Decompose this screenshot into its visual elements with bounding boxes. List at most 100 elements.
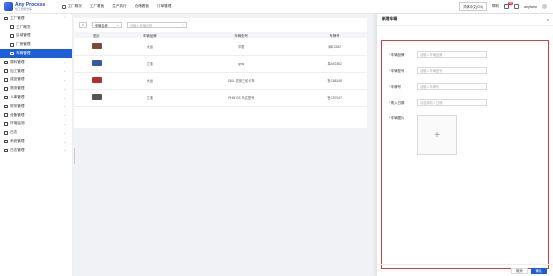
vehicle-table: 图片 车辆品牌 车辆型号 车牌号 大运 华菱 闽E2382 江淮 gms 粤A9…	[74, 32, 367, 107]
language-select[interactable]: 简体中文(CN)	[459, 2, 487, 11]
avatar[interactable]	[542, 4, 547, 9]
form-row-brand: *车辆品牌 请输入车辆品牌	[389, 51, 487, 58]
purchase-date-picker[interactable]: 请选择购入日期	[417, 99, 487, 106]
cell-brand: 大运	[119, 38, 181, 56]
equipment-icon	[4, 113, 8, 117]
label-image: 车辆图片	[390, 116, 405, 120]
cell-model: 华菱	[180, 38, 303, 56]
cell-brand: 大运	[119, 72, 181, 90]
filter-toggle-button[interactable]: ≡	[79, 22, 87, 28]
search-field-select[interactable]: 车辆名称 ⌄	[92, 22, 122, 28]
sidebar-item-equipment[interactable]: 设备管理 ⌄	[0, 111, 72, 120]
sidebar-item-log-management[interactable]: 日志管理 ⌄	[0, 146, 72, 155]
drawer-header: 新增车辆 ×	[377, 14, 553, 26]
vehicle-list-panel: ≡ 车辆名称 ⌄ 请输入车辆名称 ⌕ 图片 车辆品牌 车辆型号 车牌号 大运 华菱 …	[74, 18, 367, 128]
fullscreen-icon[interactable]	[514, 4, 520, 9]
system-icon	[4, 139, 8, 144]
cancel-button[interactable]: 取消	[511, 267, 528, 274]
sidebar-item-area[interactable]: 区域管理	[0, 32, 72, 41]
cell-model: gms	[180, 55, 303, 73]
model-input[interactable]: 请输入车辆型号	[417, 67, 487, 74]
topnav-warehouse[interactable]: 仓储看板	[131, 4, 153, 9]
logo[interactable]: Any Process 化工智能仓库	[0, 2, 58, 11]
confirm-button[interactable]: 确认	[530, 267, 547, 274]
close-icon[interactable]: ×	[547, 17, 549, 22]
sidebar-item-processing[interactable]: 加工管理 ⌄	[0, 67, 72, 76]
drawer-footer: 取消 确认	[377, 264, 553, 276]
chevron-down-icon: ⌄	[63, 148, 66, 153]
table-row[interactable]: 大运 华菱 闽E2382	[74, 38, 367, 56]
overview-icon	[10, 25, 14, 29]
sidebar-item-materials[interactable]: 原料管理 ⌄	[0, 58, 72, 67]
chevron-up-icon: ⌃	[63, 16, 66, 21]
top-bar: Any Process 化工智能仓库 工厂概况 工厂看板 生产执行 仓储看板 订…	[0, 0, 553, 14]
username[interactable]: anyfarm	[524, 5, 537, 9]
topnav-production[interactable]: 生产执行	[108, 4, 130, 9]
sidebar: 工厂管理 ⌃ 工厂概况 区域管理 厂房管理 车辆管理 原料管理 ⌄ 加工管理 ⌄ 成品…	[0, 14, 73, 276]
search-icon: ⌕	[182, 23, 184, 27]
sidebar-item-products[interactable]: 成品管理 ⌄	[0, 76, 72, 85]
sidebar-item-plant[interactable]: 厂房管理	[0, 40, 72, 49]
cell-plate: 粤A92382	[302, 55, 367, 73]
vehicle-thumbnail	[91, 77, 102, 83]
factory-icon	[4, 16, 8, 21]
hr-icon	[4, 95, 8, 100]
plus-icon: +	[434, 129, 440, 141]
home-icon	[62, 4, 66, 9]
form-row-plate: *车牌号 请输入车牌号	[389, 83, 487, 90]
cell-plate: 鲁C68348	[302, 72, 367, 90]
plate-input[interactable]: 请输入车牌号	[417, 83, 487, 90]
chevron-down-icon: ⌄	[63, 77, 66, 82]
cell-plate: 鲁C97047	[302, 89, 367, 107]
vehicle-thumbnail	[91, 60, 102, 66]
table-row[interactable]: 江淮 gms 粤A92382	[74, 55, 367, 73]
topnav-factory-board[interactable]: 工厂看板	[86, 4, 108, 9]
topnav-factory-overview[interactable]: 工厂概况	[58, 4, 86, 9]
cell-brand: 江淮	[119, 89, 181, 107]
add-vehicle-drawer: 新增车辆 × *车辆品牌 请输入车辆品牌 *车辆型号 请输入车辆型号 *车牌号 …	[377, 14, 553, 276]
chevron-down-icon: ⌄	[63, 86, 66, 91]
sidebar-item-vehicles[interactable]: 车辆管理	[0, 49, 72, 58]
form-highlight-frame: *车辆品牌 请输入车辆品牌 *车辆型号 请输入车辆型号 *车牌号 请输入车牌号 …	[381, 40, 549, 269]
cell-model: PHM DS 马达型号	[180, 89, 303, 107]
sidebar-item-factory[interactable]: 工厂管理 ⌃	[0, 14, 72, 23]
logo-subtitle: 化工智能仓库	[15, 6, 32, 11]
image-upload[interactable]: +	[417, 115, 457, 155]
sidebar-item-logs[interactable]: 日志 ⌄	[0, 128, 72, 137]
brand-input[interactable]: 请输入车辆品牌	[417, 51, 487, 58]
logistics-icon	[4, 86, 8, 91]
sidebar-item-environment[interactable]: 环境监测 ⌄	[0, 120, 72, 129]
notification-badge: 99	[508, 2, 514, 6]
processing-icon	[4, 69, 8, 73]
environment-icon	[4, 122, 8, 126]
products-icon	[4, 78, 8, 82]
label-purchase-date: 购入日期	[390, 101, 405, 105]
form-row-model: *车辆型号 请输入车辆型号	[389, 67, 487, 74]
chevron-down-icon: ⌄	[63, 60, 66, 65]
notification-icon[interactable]: 99	[504, 2, 514, 9]
form-row-image: *车辆图片 +	[389, 115, 457, 155]
logo-icon	[4, 2, 13, 11]
form-row-purchase-date: *购入日期 请选择购入日期	[389, 99, 487, 106]
scrollbar[interactable]	[74, 148, 75, 164]
sidebar-item-factory-overview[interactable]: 工厂概况	[0, 23, 72, 32]
search-input[interactable]: 请输入车辆名称 ⌕	[127, 22, 187, 28]
plant-icon	[10, 42, 14, 47]
area-icon	[10, 34, 14, 38]
topnav-orders[interactable]: 订单管理	[153, 4, 175, 9]
cell-model: 180L 农用三轮卡车	[180, 72, 303, 90]
vehicle-thumbnail	[91, 42, 102, 49]
top-nav: 工厂概况 工厂看板 生产执行 仓储看板 订单管理	[58, 0, 175, 14]
chevron-down-icon: ⌄	[63, 95, 66, 100]
chevron-down-icon: ⌄	[63, 113, 66, 118]
cell-brand: 江淮	[119, 55, 181, 73]
sidebar-item-hr[interactable]: 人事管理 ⌄	[0, 93, 72, 102]
sidebar-item-system[interactable]: 系统管理 ⌄	[0, 137, 72, 146]
cell-plate: 闽E2382	[302, 38, 367, 56]
chevron-down-icon: ⌄	[63, 130, 66, 135]
table-row[interactable]: 江淮 PHM DS 马达型号 鲁C97047	[74, 89, 367, 107]
help-link[interactable]: 帮助	[492, 4, 499, 9]
sidebar-item-finance[interactable]: 财务管理 ⌄	[0, 102, 72, 111]
sidebar-item-logistics[interactable]: 物流管理 ⌄	[0, 84, 72, 93]
table-row[interactable]: 大运 180L 农用三轮卡车 鲁C68348	[74, 72, 367, 90]
